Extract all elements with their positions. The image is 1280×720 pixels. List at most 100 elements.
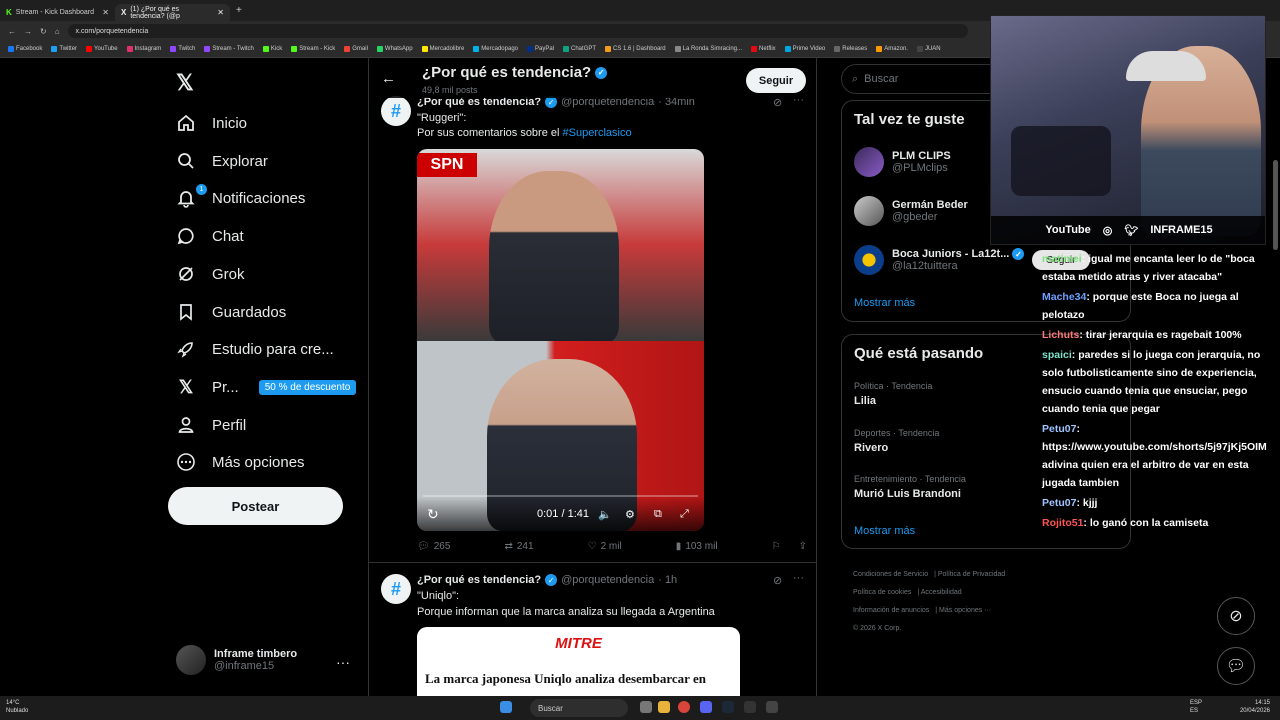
footer-link[interactable]: Información de anuncios [853, 607, 929, 614]
settings-icon[interactable]: ⚙ [625, 508, 635, 521]
chat-username[interactable]: Petu07 [1042, 423, 1076, 435]
nav-home[interactable]: Inicio [176, 111, 247, 135]
bookmark-item[interactable]: Stream - Kick [291, 46, 335, 52]
nav-profile[interactable]: Perfil [176, 413, 246, 437]
start-icon[interactable] [500, 701, 512, 713]
bookmark-item[interactable]: JUAN [916, 46, 941, 52]
bookmark-item[interactable]: Twitter [51, 46, 77, 52]
bookmark-item[interactable]: Twitch [170, 46, 195, 52]
footer-link[interactable]: Condiciones de Servicio [853, 571, 928, 578]
video-progress-bar[interactable] [423, 495, 698, 497]
nav-grok[interactable]: Grok [176, 262, 245, 286]
nav-chat[interactable]: Chat [176, 224, 244, 248]
footer-link[interactable]: Más opciones ··· [939, 607, 991, 614]
app-icon[interactable] [766, 701, 778, 713]
footer-link[interactable]: Política de Privacidad [938, 571, 1005, 578]
bookmark-item[interactable]: Kick [262, 46, 282, 52]
bookmark-item[interactable]: Mercadolibre [421, 46, 464, 52]
grok-fab[interactable]: ⊘ [1217, 597, 1255, 635]
file-explorer-icon[interactable] [658, 701, 670, 713]
tweet-author[interactable]: ¿Por qué es tendencia? [417, 574, 541, 586]
popout-icon[interactable]: ⧉ [654, 508, 662, 521]
replay-icon[interactable]: ↻ [427, 506, 439, 523]
new-tab-icon[interactable]: + [236, 5, 242, 16]
share-icon[interactable]: ⇪ [799, 541, 807, 552]
retweet-button[interactable]: ⇄ 241 [504, 541, 533, 552]
nav-notifications[interactable]: 1 Notificaciones [176, 184, 305, 210]
taskbar-search[interactable]: Buscar [530, 699, 628, 717]
bookmark-item[interactable]: Releases [834, 46, 867, 52]
bookmark-item[interactable]: Facebook [8, 46, 42, 52]
post-button[interactable]: Postear [168, 487, 343, 525]
bookmark-icon[interactable]: ⚐ [772, 541, 781, 552]
scrollbar[interactable] [1273, 160, 1278, 250]
tweet[interactable]: # ¿Por qué es tendencia? ✓ @porquetenden… [369, 92, 816, 563]
x-logo-icon[interactable]: 𝕏 [176, 70, 194, 96]
show-more-link[interactable]: Mostrar más [854, 525, 915, 537]
bookmark-item[interactable]: Mercadopago [473, 46, 518, 52]
chat-username[interactable]: Lichuts [1042, 329, 1079, 341]
like-button[interactable]: ♡ 2 mil [588, 541, 622, 552]
bookmark-item[interactable]: Prime Video [784, 46, 825, 52]
account-more-icon[interactable]: ··· [336, 654, 350, 670]
fullscreen-icon[interactable]: ⤢ [680, 508, 689, 521]
nav-premium[interactable]: 𝕏 Pr... 50 % de descuento [176, 375, 357, 399]
views-button[interactable]: ▮ 103 mil [676, 541, 718, 552]
taskview-icon[interactable] [640, 701, 652, 713]
bookmark-item[interactable]: ChatGPT [563, 46, 596, 52]
hashtag-avatar-icon[interactable]: # [381, 574, 411, 604]
hashtag-avatar-icon[interactable]: # [381, 96, 411, 126]
home-icon[interactable]: ⌂ [55, 27, 60, 36]
close-tab-icon[interactable]: ✕ [102, 8, 109, 17]
chrome-icon[interactable] [678, 701, 690, 713]
footer-link[interactable]: Política de cookies [853, 589, 911, 596]
discord-icon[interactable] [700, 701, 712, 713]
language-indicator[interactable]: ESP ES [1190, 699, 1202, 715]
close-tab-icon[interactable]: ✕ [217, 8, 224, 17]
nav-creator-studio[interactable]: Estudio para cre... [176, 337, 334, 361]
back-arrow-icon[interactable]: ← [381, 70, 396, 87]
suggestion-item[interactable]: Boca Juniors - La12t... ✓ @la12tuittera [854, 245, 1025, 275]
nav-bookmarks[interactable]: Guardados [176, 300, 286, 324]
bookmark-item[interactable]: WhatsApp [376, 46, 413, 52]
tweet[interactable]: # ¿Por qué es tendencia? ✓ @porquetenden… [369, 564, 816, 696]
chat-username[interactable]: Petu07 [1042, 497, 1076, 509]
forward-icon[interactable]: → [24, 27, 32, 36]
follow-button[interactable]: Seguir [746, 68, 806, 93]
clock[interactable]: 14:15 20/04/2026 [1240, 699, 1270, 715]
chat-username[interactable]: Rojito51 [1042, 517, 1083, 529]
footer-link[interactable]: Accesibilidad [921, 589, 962, 596]
reload-icon[interactable]: ↻ [40, 27, 47, 36]
hashtag-link[interactable]: #Superclasico [563, 127, 632, 139]
suggestion-item[interactable]: Germán Beder @gbeder [854, 196, 968, 226]
reply-button[interactable]: 💬︎ 265 [417, 541, 450, 552]
bookmark-item[interactable]: CS 1.6 | Dashboard [605, 46, 666, 52]
trend-item[interactable]: Lilia [854, 395, 876, 407]
chat-username[interactable]: Mache34 [1042, 291, 1086, 303]
bookmark-item[interactable]: La Ronda Simracing... [674, 46, 742, 52]
video-player[interactable]: SPN ↻ 0:01 / 1:41 🔈 ⚙ ⧉ ⤢ [417, 149, 704, 531]
bookmark-item[interactable]: PayPal [527, 46, 554, 52]
url-field[interactable]: x.com/porquetendencia [67, 24, 968, 38]
grok-icon[interactable]: ⊘ [773, 574, 782, 587]
bookmark-item[interactable]: YouTube [86, 46, 118, 52]
tweet-handle[interactable]: @porquetendencia [561, 574, 654, 586]
bookmark-item[interactable]: Stream - Twitch [204, 46, 254, 52]
app-icon[interactable] [744, 701, 756, 713]
account-switcher[interactable]: Inframe timbero @inframe15 [176, 645, 297, 675]
trend-item[interactable]: Murió Luis Brandoni [854, 488, 961, 500]
tweet-time[interactable]: · 1h [658, 574, 677, 586]
tab-kick-dashboard[interactable]: K Stream - Kick Dashboard ✕ [0, 4, 115, 21]
tweet-image[interactable]: MITRE La marca japonesa Uniqlo analiza d… [417, 627, 740, 696]
bookmark-item[interactable]: Amazon. [876, 46, 908, 52]
bookmark-item[interactable]: Netflix [751, 46, 776, 52]
volume-icon[interactable]: 🔈 [598, 508, 612, 521]
tab-x-porquetendencia[interactable]: X (1) ¿Por qué es tendencia? (@p ✕ [115, 4, 230, 21]
steam-icon[interactable] [722, 701, 734, 713]
more-icon[interactable]: ··· [793, 572, 804, 584]
back-icon[interactable]: ← [8, 27, 16, 36]
chat-username[interactable]: matimei [1042, 253, 1082, 265]
weather-widget[interactable]: 14°C Nublado [6, 699, 28, 715]
show-more-link[interactable]: Mostrar más [854, 297, 915, 309]
bookmark-item[interactable]: Gmail [344, 46, 368, 52]
